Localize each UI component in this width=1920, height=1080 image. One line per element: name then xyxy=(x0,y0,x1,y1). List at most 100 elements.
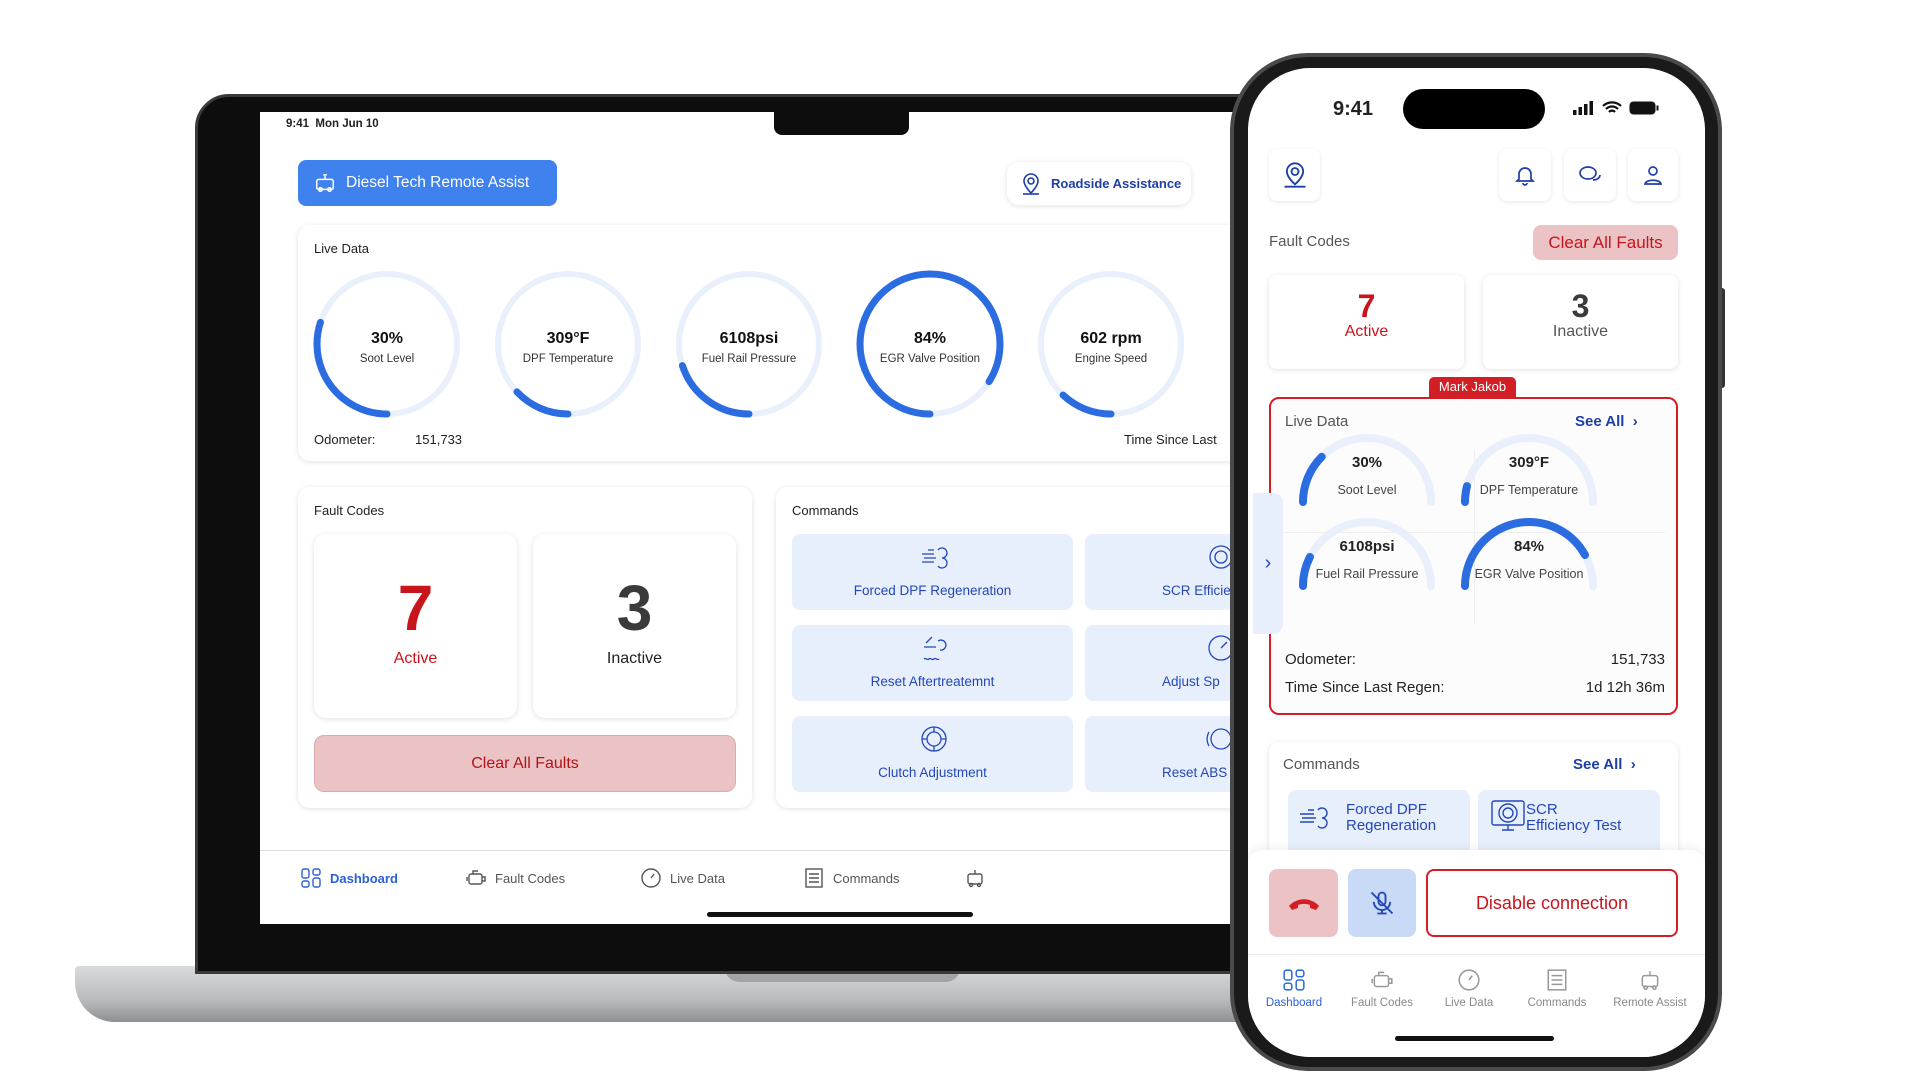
dashboard-icon xyxy=(301,868,321,888)
odometer-value: 151,733 xyxy=(1610,651,1665,668)
gauge-4[interactable]: 602 rpm Engine Speed xyxy=(1041,330,1181,365)
phone-hangup-icon xyxy=(1288,899,1319,910)
gauge-value: 309°F xyxy=(546,330,590,347)
gauge-label: DPF Temperature xyxy=(522,353,614,365)
call-controls-panel: Disable connection xyxy=(1248,850,1705,1057)
status-bar: 9:41 Mon Jun 10 xyxy=(286,118,379,130)
dynamic-island xyxy=(1403,89,1545,129)
inactive-label: Inactive xyxy=(606,650,663,667)
gauge-value: 30% xyxy=(370,330,404,347)
see-all-label: See All xyxy=(1573,756,1623,773)
command-label: Reset Aftertreatemnt xyxy=(870,674,995,689)
inactive-count: 3 xyxy=(616,572,653,644)
time-since-regen-label: Time Since Last xyxy=(1124,432,1217,447)
command-label: Efficiency Test xyxy=(1526,817,1622,834)
notifications-button[interactable] xyxy=(1499,149,1551,201)
gauge-label: Fuel Rail Pressure xyxy=(1315,567,1419,581)
side-panel-toggle[interactable]: › xyxy=(1253,493,1283,634)
diesel-tech-remote-assist-button[interactable]: Diesel Tech Remote Assist xyxy=(298,160,557,206)
inactive-count: 3 xyxy=(1571,288,1590,324)
time-since-regen-row: Time Since Last Regen: 1d 12h 36m xyxy=(1285,679,1665,696)
command-label: Regeneration xyxy=(1346,817,1437,834)
gauge-2[interactable]: 6108psi Fuel Rail Pressure xyxy=(679,330,819,365)
roadside-assistance-button[interactable] xyxy=(1269,149,1320,201)
messages-button[interactable] xyxy=(1564,149,1616,201)
clutch-icon xyxy=(921,726,947,752)
fault-codes-title: Fault Codes xyxy=(314,503,385,518)
command-tile[interactable]: Forced DPF Regeneration xyxy=(792,534,1073,610)
nav-divider xyxy=(260,850,1260,851)
tab-2[interactable]: Live Data xyxy=(1424,968,1514,1009)
odometer-label: Odometer: xyxy=(314,432,376,447)
nav-item-2[interactable]: Live Data xyxy=(640,867,725,889)
nav-item-0[interactable]: Dashboard xyxy=(300,867,398,889)
gauge-2[interactable]: 6108psi Fuel Rail Pressure xyxy=(1297,538,1437,581)
primary-button-label: Diesel Tech Remote Assist xyxy=(346,174,530,191)
gauge-value: 6108psi xyxy=(1339,538,1395,555)
fault-codes-card: Fault Codes 7 Active 3 Inactive Clear Al… xyxy=(298,487,752,808)
command-tile[interactable]: Reset Aftertreatemnt xyxy=(792,625,1073,701)
wifi-icon xyxy=(1602,101,1622,113)
disable-connection-button[interactable]: Disable connection xyxy=(1426,869,1678,937)
active-count: 7 xyxy=(397,572,434,644)
status-date: Mon Jun 10 xyxy=(315,118,379,130)
gauge-3[interactable]: 84% EGR Valve Position xyxy=(860,330,1000,365)
odometer-value: 151,733 xyxy=(415,432,463,447)
active-faults-tile[interactable]: 7 Active xyxy=(1269,275,1464,369)
profile-button[interactable] xyxy=(1628,149,1678,201)
clear-all-faults-button[interactable]: Clear All Faults xyxy=(1533,225,1678,260)
odometer-row: Odometer: 151,733 xyxy=(1285,651,1665,668)
nav-item-4[interactable] xyxy=(964,867,994,889)
live-data-card: Live Data 30% Soot Level 309°F DPF Temperat… xyxy=(298,225,1260,461)
end-call-button[interactable] xyxy=(1269,869,1338,937)
tab-4[interactable]: Remote Assist xyxy=(1605,968,1695,1009)
dpf-regeneration-icon xyxy=(922,547,948,569)
aftertreatment-icon xyxy=(923,636,947,661)
gauge-value: 309°F xyxy=(1508,454,1550,471)
odometer-row: Odometer: 151,733 xyxy=(314,432,462,447)
laptop-screen: 9:41 Mon Jun 10 Diesel Tech Remote Assis… xyxy=(260,112,1260,924)
inactive-faults-tile[interactable]: 3 Inactive xyxy=(533,534,736,718)
mute-microphone-button[interactable] xyxy=(1348,869,1416,937)
presenter-name-tag: Mark Jakob xyxy=(1429,377,1516,397)
command-label: Adjust Sp xyxy=(1162,674,1220,689)
map-pin-wrench-icon xyxy=(1284,162,1305,188)
time-since-regen-value: 1d 12h 36m xyxy=(1585,679,1665,696)
inactive-faults-tile[interactable]: 3 Inactive xyxy=(1483,275,1678,369)
gauge-value: 6108psi xyxy=(719,330,779,347)
nav-item-1[interactable]: Fault Codes xyxy=(465,867,565,889)
command-label: Reset ABS xyxy=(1162,765,1228,780)
inactive-label: Inactive xyxy=(1552,323,1609,340)
gauge-3[interactable]: 84% EGR Valve Position xyxy=(1459,538,1599,581)
gauge-1[interactable]: 309°F DPF Temperature xyxy=(498,330,638,365)
tab-3[interactable]: Commands xyxy=(1512,968,1602,1009)
odometer-label: Odometer: xyxy=(1285,651,1356,668)
command-tile[interactable]: Clutch Adjustment xyxy=(792,716,1073,792)
active-label: Active xyxy=(393,650,438,667)
dashboard-icon xyxy=(1283,969,1305,991)
active-faults-tile[interactable]: 7 Active xyxy=(314,534,517,718)
tab-1[interactable]: Fault Codes xyxy=(1337,968,1427,1009)
nav-label: Commands xyxy=(833,870,900,886)
roadside-assistance-button[interactable]: Roadside Assistance xyxy=(1007,162,1191,205)
gauge-icon xyxy=(641,868,661,888)
camera-notch xyxy=(774,112,909,135)
chevron-right-icon: › xyxy=(1626,756,1636,773)
signal-icon xyxy=(1573,101,1593,115)
gauge-0[interactable]: 30% Soot Level xyxy=(317,330,457,365)
nav-item-3[interactable]: Commands xyxy=(803,867,899,889)
status-icons xyxy=(1573,101,1659,115)
clear-all-faults-button[interactable]: Clear All Faults xyxy=(314,735,736,792)
tab-label: Fault Codes xyxy=(1350,997,1413,1009)
gauge-1[interactable]: 309°F DPF Temperature xyxy=(1459,454,1599,497)
commands-see-all-link[interactable]: See All › xyxy=(1573,756,1636,773)
commands-title: Commands xyxy=(1283,756,1360,773)
tab-label: Live Data xyxy=(1444,997,1494,1009)
gauge-label: Engine Speed xyxy=(1074,353,1148,365)
gauge-0[interactable]: 30% Soot Level xyxy=(1297,454,1437,497)
tab-0[interactable]: Dashboard xyxy=(1249,968,1339,1009)
command-label: Forced DPF xyxy=(1346,801,1427,818)
remote-assist-icon xyxy=(967,870,983,888)
gauge-value: 84% xyxy=(1513,538,1545,555)
laptop-base xyxy=(75,966,1275,1022)
